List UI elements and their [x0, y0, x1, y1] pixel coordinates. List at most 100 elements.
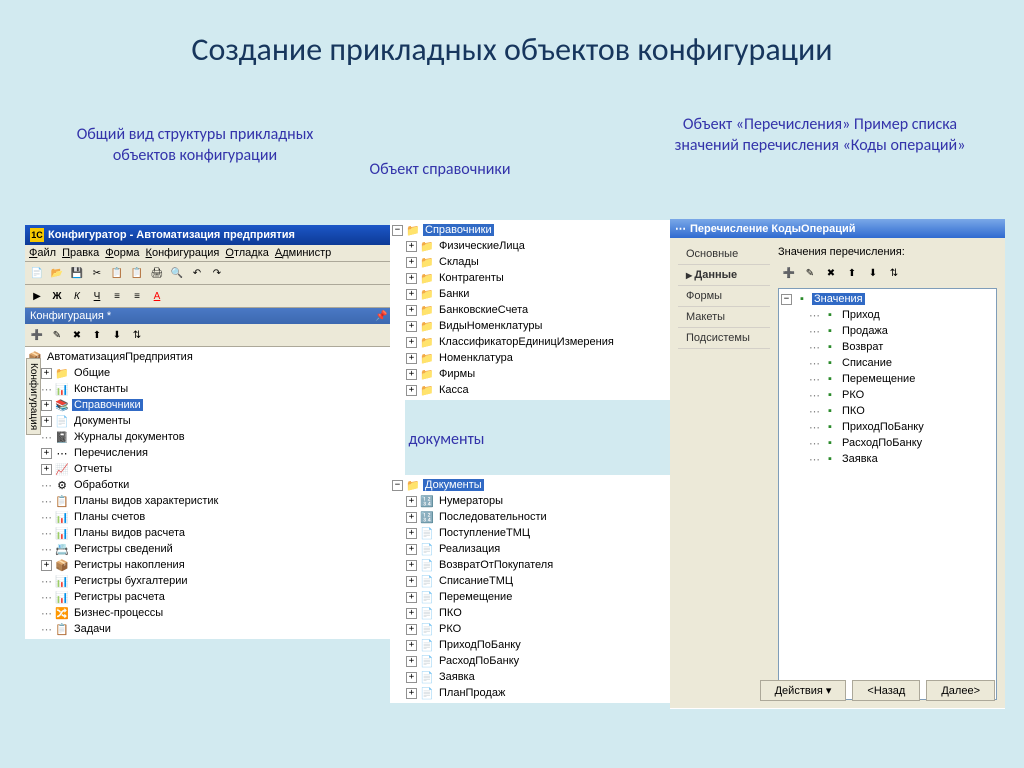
tab-Основные[interactable]: Основные	[678, 244, 770, 265]
tree-item[interactable]: ⋯📊Регистры расчета	[27, 589, 403, 605]
expand-icon[interactable]: +	[406, 289, 417, 300]
tree-item[interactable]: +📄ВозвратОтПокупателя	[392, 557, 673, 573]
tree-item[interactable]: ⋯📊Планы видов расчета	[27, 525, 403, 541]
enum-value[interactable]: ⋯▪РасходПоБанку	[781, 435, 994, 451]
tab-Макеты[interactable]: Макеты	[678, 307, 770, 328]
up-icon[interactable]: ⬆	[88, 326, 106, 344]
expand-icon[interactable]: +	[41, 416, 52, 427]
tree-item[interactable]: +📁КлассификаторЕдиницИзмерения	[392, 334, 673, 350]
enum-value[interactable]: ⋯▪РКО	[781, 387, 994, 403]
tree-item[interactable]: +📁ФизическиеЛица	[392, 238, 673, 254]
menu-item[interactable]: Конфигурация	[146, 247, 220, 259]
enum-value-tree[interactable]: −▪Значения⋯▪Приход⋯▪Продажа⋯▪Возврат⋯▪Сп…	[778, 288, 997, 700]
tree-root[interactable]: −▪Значения	[781, 291, 994, 307]
tree-item[interactable]: +📄СписаниеТМЦ	[392, 573, 673, 589]
redo-icon[interactable]: ↷	[208, 264, 226, 282]
sort-icon[interactable]: ⇅	[885, 264, 903, 282]
enum-value[interactable]: ⋯▪Заявка	[781, 451, 994, 467]
tree-item[interactable]: +📄Перемещение	[392, 589, 673, 605]
actions-button[interactable]: Действия ▾	[760, 680, 847, 701]
tree-item[interactable]: +📄Заявка	[392, 669, 673, 685]
italic-button[interactable]: К	[68, 287, 86, 305]
expand-icon[interactable]: +	[406, 241, 417, 252]
tree-item[interactable]: +📄Реализация	[392, 541, 673, 557]
add-icon[interactable]: ➕	[780, 264, 798, 282]
expand-icon[interactable]: +	[406, 353, 417, 364]
enum-value[interactable]: ⋯▪Приход	[781, 307, 994, 323]
tree-item[interactable]: +📄Документы	[27, 413, 403, 429]
tree-item[interactable]: ⋯🔀Бизнес-процессы	[27, 605, 403, 621]
expand-icon[interactable]: +	[406, 257, 417, 268]
back-button[interactable]: <Назад	[852, 680, 920, 701]
tree-item[interactable]: ⋯📊Константы	[27, 381, 403, 397]
expand-icon[interactable]: +	[41, 560, 52, 571]
expand-icon[interactable]: +	[406, 672, 417, 683]
expand-icon[interactable]: +	[406, 496, 417, 507]
tree-item[interactable]: +⋯Перечисления	[27, 445, 403, 461]
expand-icon[interactable]: +	[406, 273, 417, 284]
enum-value[interactable]: ⋯▪Перемещение	[781, 371, 994, 387]
undo-icon[interactable]: ↶	[188, 264, 206, 282]
enum-value[interactable]: ⋯▪Продажа	[781, 323, 994, 339]
enum-value[interactable]: ⋯▪ПКО	[781, 403, 994, 419]
paste-icon[interactable]: 📋	[128, 264, 146, 282]
enum-value[interactable]: ⋯▪ПриходПоБанку	[781, 419, 994, 435]
tree-item[interactable]: +📁Склады	[392, 254, 673, 270]
expand-icon[interactable]: +	[406, 321, 417, 332]
menu-item[interactable]: Отладка	[225, 247, 269, 259]
tree-item[interactable]: +📁Общие	[27, 365, 403, 381]
tab-Подсистемы[interactable]: Подсистемы	[678, 328, 770, 349]
expand-icon[interactable]: +	[41, 464, 52, 475]
collapse-icon[interactable]: −	[392, 225, 403, 236]
find-icon[interactable]: 🔍	[168, 264, 186, 282]
tree-item[interactable]: +🔢Последовательности	[392, 509, 673, 525]
menu-item[interactable]: Администр	[275, 247, 331, 259]
expand-icon[interactable]: +	[406, 385, 417, 396]
tree-item[interactable]: +📁Касса	[392, 382, 673, 398]
tree-item[interactable]: +📈Отчеты	[27, 461, 403, 477]
expand-icon[interactable]: +	[406, 608, 417, 619]
titlebar-configurator[interactable]: 1C Конфигуратор - Автоматизация предприя…	[25, 225, 405, 245]
edit-icon[interactable]: ✎	[801, 264, 819, 282]
tree-item[interactable]: ⋯📓Журналы документов	[27, 429, 403, 445]
open-icon[interactable]: 📂	[48, 264, 66, 282]
expand-icon[interactable]: +	[41, 400, 52, 411]
expand-icon[interactable]: +	[406, 305, 417, 316]
save-icon[interactable]: 💾	[68, 264, 86, 282]
expand-icon[interactable]: +	[41, 448, 52, 459]
expand-icon[interactable]: +	[406, 560, 417, 571]
delete-icon[interactable]: ✖	[68, 326, 86, 344]
side-tab[interactable]: Конфигурация	[26, 358, 41, 435]
run-icon[interactable]: ▶	[28, 287, 46, 305]
tree-item[interactable]: +🔢Нумераторы	[392, 493, 673, 509]
expand-icon[interactable]: +	[406, 656, 417, 667]
edit-icon[interactable]: ✎	[48, 326, 66, 344]
copy-icon[interactable]: 📋	[108, 264, 126, 282]
delete-icon[interactable]: ✖	[822, 264, 840, 282]
tree-item[interactable]: +📚Справочники	[27, 397, 403, 413]
config-tree[interactable]: 📦АвтоматизацияПредприятия+📁Общие⋯📊Конста…	[25, 347, 405, 639]
enum-value[interactable]: ⋯▪Возврат	[781, 339, 994, 355]
cut-icon[interactable]: ✂	[88, 264, 106, 282]
tree-root[interactable]: 📦АвтоматизацияПредприятия	[27, 349, 403, 365]
expand-icon[interactable]: +	[406, 624, 417, 635]
expand-icon[interactable]: +	[406, 369, 417, 380]
bold-button[interactable]: Ж	[48, 287, 66, 305]
pin-icon[interactable]: 📌	[375, 311, 387, 322]
print-icon[interactable]: 🖨	[148, 264, 166, 282]
tree-item[interactable]: ⋯⚙Обработки	[27, 477, 403, 493]
down-icon[interactable]: ⬇	[108, 326, 126, 344]
expand-icon[interactable]: +	[406, 544, 417, 555]
tab-Формы[interactable]: Формы	[678, 286, 770, 307]
expand-icon[interactable]: +	[406, 576, 417, 587]
menu-item[interactable]: Правка	[62, 247, 99, 259]
tree-item[interactable]: +📄РКО	[392, 621, 673, 637]
menu-item[interactable]: Файл	[29, 247, 56, 259]
tree-item[interactable]: ⋯📊Регистры бухгалтерии	[27, 573, 403, 589]
tree-item[interactable]: +📄ПоступлениеТМЦ	[392, 525, 673, 541]
tree-item[interactable]: ⋯📇Регистры сведений	[27, 541, 403, 557]
tree-item[interactable]: +📄ПКО	[392, 605, 673, 621]
collapse-icon[interactable]: −	[392, 480, 403, 491]
text-color-button[interactable]: А	[148, 287, 166, 305]
tree-item[interactable]: ⋯📋Планы видов характеристик	[27, 493, 403, 509]
